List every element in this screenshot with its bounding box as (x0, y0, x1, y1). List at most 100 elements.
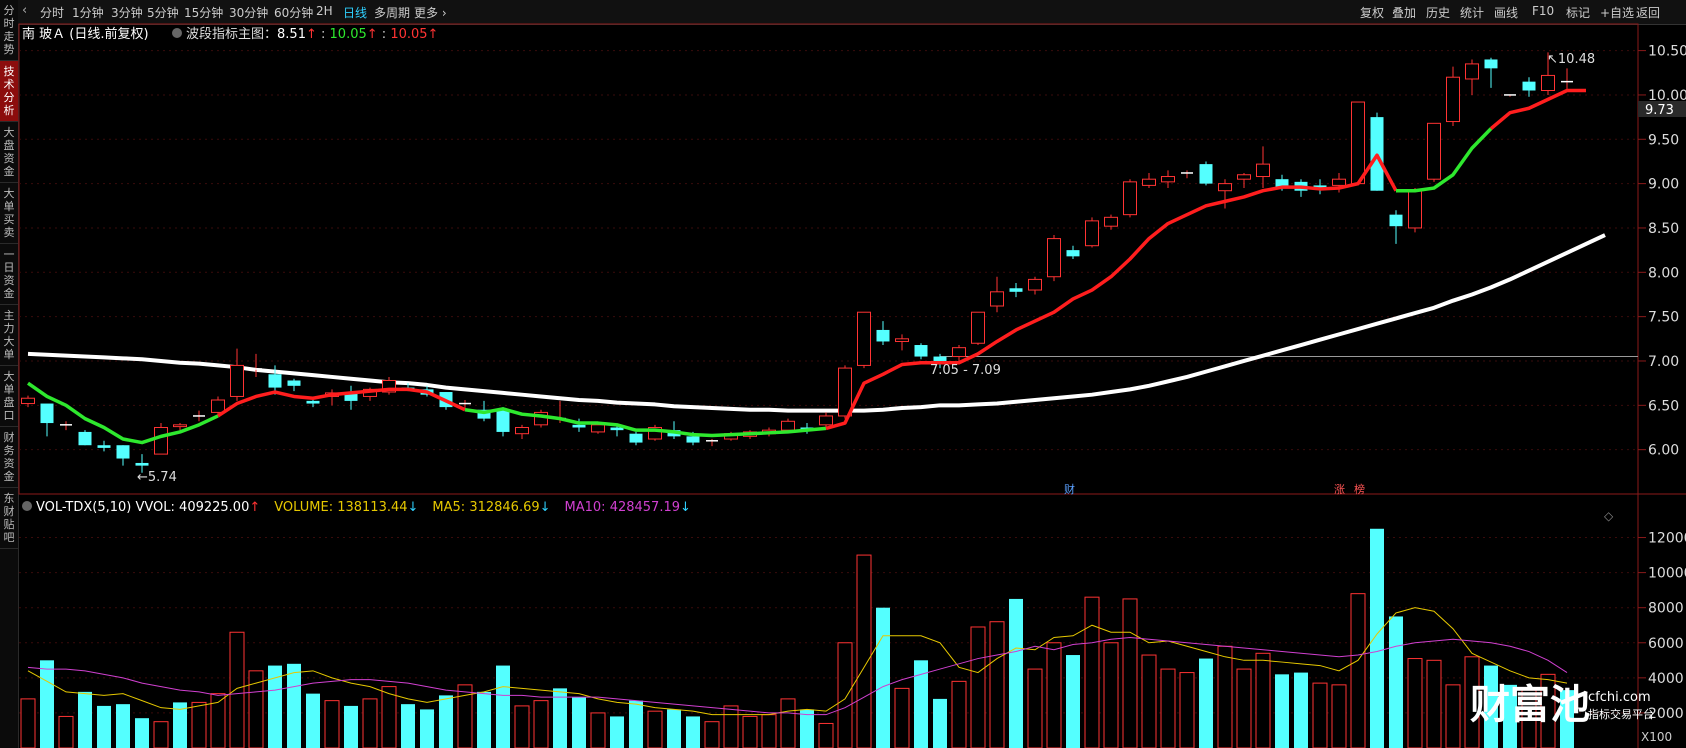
range-annotation: 7.05 - 7.09 (930, 363, 1001, 378)
volume-bar (876, 607, 890, 748)
volume-bar (381, 686, 397, 748)
volume-bar (344, 705, 358, 748)
candle (1427, 122, 1441, 182)
volume-bar (97, 705, 111, 748)
candle (952, 345, 966, 361)
watermark-slogan: 指标交易平台 (1588, 707, 1654, 721)
candle (534, 409, 548, 428)
price-tick-label: 8.00 (1648, 265, 1679, 281)
volume-bar (1217, 645, 1233, 748)
candle (1181, 170, 1193, 179)
event-marker-finance[interactable]: 财 (1064, 482, 1075, 496)
volume-bar (1199, 658, 1213, 748)
price-gridlines (19, 50, 1638, 451)
volume-unit: X100 (1641, 730, 1672, 744)
volume-bar (894, 687, 910, 748)
candle (648, 424, 662, 441)
volume-bar (1179, 672, 1195, 748)
candle (1389, 210, 1403, 244)
volume-bar (837, 642, 853, 748)
volume-bar (1407, 658, 1423, 748)
settings-dot-icon[interactable] (22, 501, 32, 511)
candle (1561, 68, 1573, 91)
volume-bar (686, 716, 700, 748)
candle (819, 412, 833, 428)
volume-bar (191, 701, 207, 748)
volume-tick-label: 10000 (1648, 566, 1686, 582)
candle (1142, 172, 1156, 189)
band-line-red (825, 153, 1398, 431)
price-tick-label: 6.00 (1648, 443, 1679, 459)
volume-tick-label: 12000 (1648, 531, 1686, 547)
volume-bar (610, 716, 624, 748)
candle (629, 431, 643, 446)
volume-bar (1103, 642, 1119, 748)
candle (857, 311, 871, 369)
watermark-brand: 财富池 (1470, 682, 1590, 728)
volume-bar (1255, 652, 1271, 748)
price-tick-label: 7.50 (1648, 310, 1679, 326)
candle (1484, 57, 1498, 88)
volume-tick-label: 4000 (1648, 671, 1684, 687)
candle (1085, 217, 1099, 248)
low-annotation: ←5.74 (137, 470, 177, 485)
stock-title: 南 玻Ａ (日线.前复权) (22, 26, 149, 42)
volume-bar (1084, 596, 1100, 748)
candle (1408, 188, 1422, 233)
candle (287, 378, 301, 392)
candle (116, 445, 130, 466)
candle (250, 353, 262, 377)
band-line-red (217, 387, 466, 418)
volume-tick-label: 6000 (1648, 636, 1684, 652)
volume-bar (800, 709, 814, 748)
volume-bar (20, 698, 36, 748)
candle (1313, 179, 1327, 195)
volume-bar (723, 705, 739, 748)
candle (1161, 170, 1175, 189)
volume-bar (1236, 668, 1252, 748)
indicator-legend: 波段指标主图：8.51↑ : 10.05↑ : 10.05↑ (186, 27, 438, 42)
volume-bar (420, 709, 434, 748)
volume-bar (629, 700, 643, 748)
settings-dot-icon[interactable] (172, 28, 182, 38)
plot-layer (20, 52, 1638, 748)
volume-bar (704, 721, 720, 748)
band-line-red (1489, 88, 1586, 130)
ma-line (27, 233, 1606, 413)
price-tick-label: 10.50 (1648, 44, 1686, 60)
volume-bar (439, 695, 453, 748)
event-marker-rise[interactable]: 涨 (1334, 483, 1345, 496)
volume-bar (647, 710, 663, 748)
volume-bar (970, 626, 986, 748)
price-tick-label: 6.50 (1648, 398, 1679, 414)
volume-bar (116, 704, 130, 748)
candle (1066, 245, 1080, 259)
price-tick-label: 9.00 (1648, 177, 1679, 193)
event-marker-list[interactable]: 榜 (1354, 482, 1365, 496)
volume-bar (667, 709, 681, 748)
volume-bar (1389, 616, 1403, 748)
candle (344, 385, 358, 410)
candle (706, 439, 718, 447)
volume-bar (1331, 684, 1347, 748)
volume-bar (761, 714, 777, 748)
volume-bar (135, 718, 149, 748)
candle (1028, 276, 1042, 295)
volume-bar (229, 631, 245, 748)
candle (1465, 59, 1479, 95)
volume-bar (1370, 528, 1384, 748)
volume-bar (989, 621, 1005, 748)
volume-bar (818, 722, 834, 748)
price-tick-label: 8.50 (1648, 221, 1679, 237)
chart-area: 10.5010.009.509.008.508.007.507.006.506.… (18, 23, 1686, 748)
candle (60, 421, 72, 431)
volume-bar (1445, 684, 1461, 748)
panel-settings-icon[interactable]: ◇ (1604, 509, 1614, 523)
volume-bar (306, 693, 320, 748)
candle (230, 348, 244, 401)
candle (1047, 235, 1061, 282)
volume-bar (477, 691, 491, 748)
candle (1351, 101, 1365, 186)
volume-bar (1312, 682, 1328, 748)
candle (1522, 77, 1536, 97)
